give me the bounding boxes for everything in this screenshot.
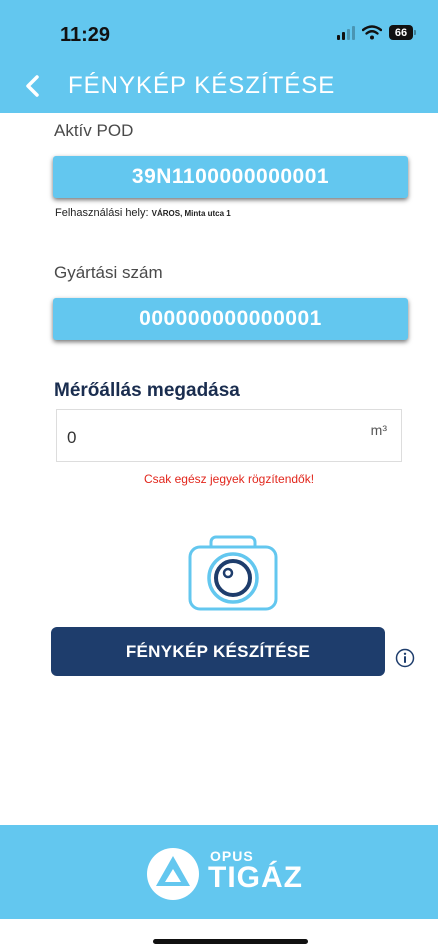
tigaz-logo-mark-icon (147, 848, 199, 900)
usage-place-value: VÁROS, Minta utca 1 (151, 209, 231, 218)
status-icons: 66 (337, 25, 416, 40)
pod-label: Aktív POD (54, 121, 134, 140)
status-time: 11:29 (60, 24, 111, 46)
cellular-signal-icon (337, 25, 355, 40)
reading-input[interactable] (67, 428, 347, 448)
serial-value: 000000000000001 (53, 298, 408, 340)
usage-place: Felhasználási hely: VÁROS, Minta utca 1 (55, 207, 231, 219)
footer: OPUS TIGÁZ (0, 825, 438, 919)
camera-icon[interactable] (188, 535, 278, 611)
serial-label: Gyártási szám (54, 263, 163, 282)
home-indicator[interactable] (153, 939, 308, 944)
brand-main: TIGÁZ (208, 861, 303, 894)
page-title: FÉNYKÉP KÉSZÍTÉSE (68, 72, 336, 99)
info-icon[interactable] (395, 648, 415, 668)
reading-heading: Mérőállás megadása (54, 380, 240, 401)
battery-level: 66 (389, 25, 413, 40)
usage-place-label: Felhasználási hely: (55, 207, 149, 219)
take-photo-button[interactable]: FÉNYKÉP KÉSZÍTÉSE (51, 627, 385, 676)
pod-value: 39N1100000000001 (53, 156, 408, 198)
app-header: 11:29 66 FÉNYKÉP KÉSZÍTÉSE (0, 0, 438, 113)
battery-icon: 66 (389, 25, 416, 40)
reading-unit: m³ (370, 422, 387, 438)
wifi-icon (362, 25, 382, 40)
reading-warning: Csak egész jegyek rögzítendők! (143, 472, 315, 486)
tigaz-logo: OPUS TIGÁZ (144, 845, 324, 901)
back-arrow-icon[interactable] (18, 70, 48, 102)
reading-field[interactable]: m³ (56, 409, 402, 462)
